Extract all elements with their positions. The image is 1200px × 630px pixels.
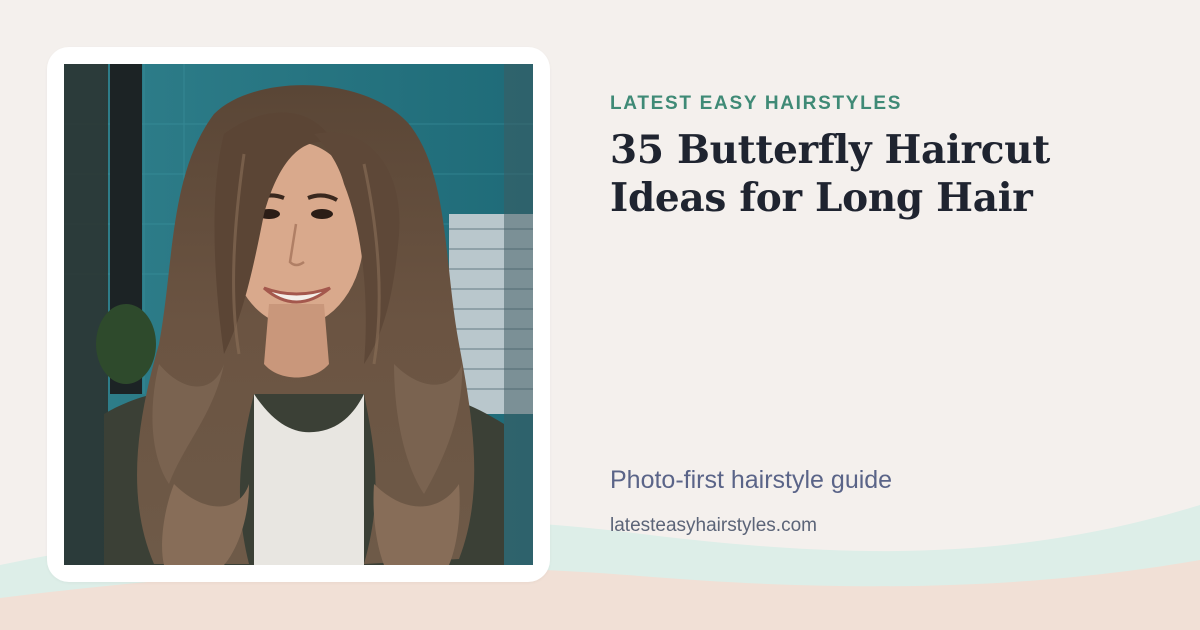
hairstyle-photo xyxy=(64,64,533,565)
site-tagline: Photo-first hairstyle guide xyxy=(610,466,893,494)
article-headline: 35 Butterfly Haircut Ideas for Long Hair xyxy=(610,127,1050,221)
photo-card xyxy=(47,47,550,582)
text-column: LATEST EASY HAIRSTYLES 35 Butterfly Hair… xyxy=(610,0,1170,630)
site-eyebrow: LATEST EASY HAIRSTYLES xyxy=(610,93,903,114)
site-url: latesteasyhairstyles.com xyxy=(610,515,817,536)
